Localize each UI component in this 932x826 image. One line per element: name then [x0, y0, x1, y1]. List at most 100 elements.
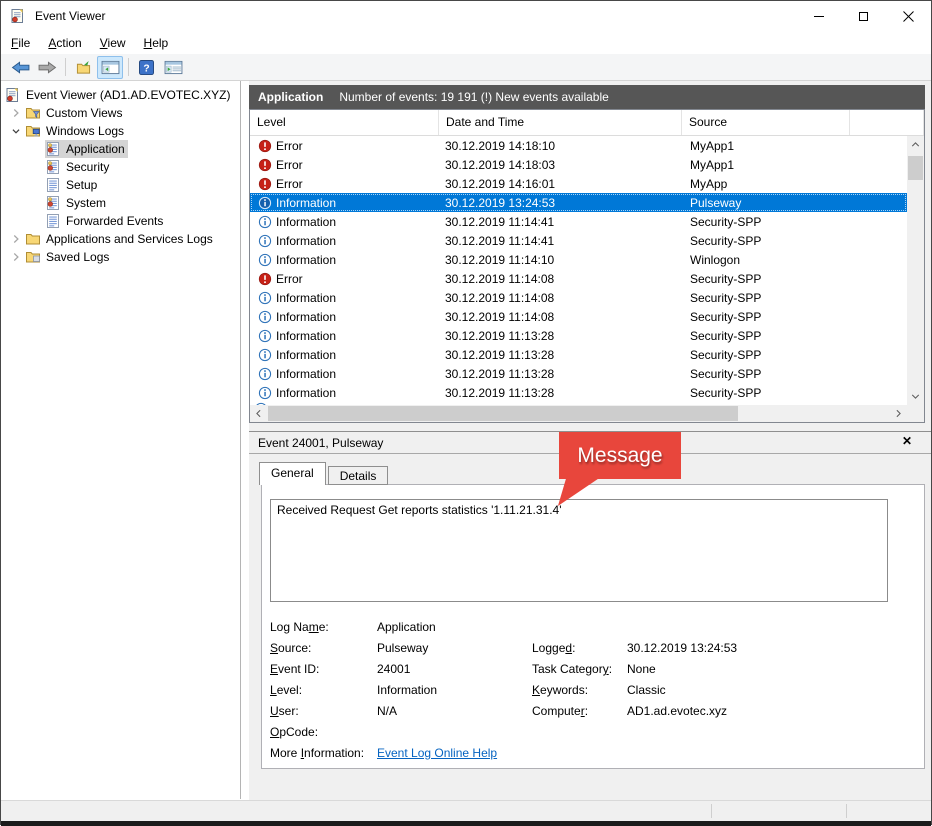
show-console-tree-button[interactable] — [97, 56, 123, 79]
chevron-right-icon[interactable] — [7, 105, 25, 121]
back-button[interactable] — [7, 56, 33, 79]
export-button[interactable] — [70, 56, 96, 79]
event-log-online-help-link[interactable]: Event Log Online Help — [377, 746, 497, 760]
event-level-cell: Information — [250, 310, 439, 324]
event-row[interactable]: Information30.12.2019 11:13:28Security-S… — [250, 364, 907, 383]
tree-item-label: Setup — [62, 178, 97, 192]
menu-item-file[interactable]: File — [11, 33, 39, 53]
event-row[interactable]: Error30.12.2019 14:16:01MyApp — [250, 174, 907, 193]
event-row[interactable]: Information30.12.2019 11:14:41Security-S… — [250, 212, 907, 231]
scroll-left-arrow-icon[interactable] — [250, 405, 267, 422]
event-row[interactable]: Information30.12.2019 11:14:08Security-S… — [250, 307, 907, 326]
event-row[interactable]: Information30.12.2019 11:13:28Security-S… — [250, 345, 907, 364]
event-row[interactable]: Information30.12.2019 11:13:28Security-S… — [250, 326, 907, 345]
event-id-value: 24001 — [377, 659, 532, 680]
folder-windows-icon — [25, 123, 42, 139]
event-row[interactable]: Information30.12.2019 13:24:53Pulseway — [250, 193, 907, 212]
event-level-cell: Error — [250, 177, 439, 191]
folder-saved-icon — [25, 249, 42, 265]
tab-general[interactable]: General — [259, 462, 326, 485]
event-level-text: Information — [276, 234, 336, 248]
minimize-icon — [814, 16, 824, 17]
error-icon — [258, 272, 272, 286]
event-level-cell: Error — [250, 158, 439, 172]
event-row[interactable]: Error30.12.2019 14:18:10MyApp1 — [250, 136, 907, 155]
tree-item-windows-logs[interactable]: Windows Logs — [1, 122, 240, 140]
tree-item-custom-views[interactable]: Custom Views — [1, 104, 240, 122]
back-icon — [10, 60, 31, 75]
level-value: Information — [377, 680, 532, 701]
log-red-icon — [45, 195, 62, 211]
forward-icon — [37, 60, 58, 75]
scroll-up-arrow-icon[interactable] — [907, 136, 924, 153]
column-header-source[interactable]: Source — [682, 110, 850, 135]
tab-details[interactable]: Details — [328, 466, 389, 485]
event-row[interactable]: Information30.12.2019 11:14:10Winlogon — [250, 250, 907, 269]
event-message-box[interactable]: Received Request Get reports statistics … — [270, 499, 888, 602]
log-red-icon — [45, 141, 62, 157]
menu-item-action[interactable]: Action — [48, 33, 90, 53]
event-source-cell: MyApp — [682, 177, 907, 191]
event-fields-grid: Log Name:ApplicationSource:PulsewayLogge… — [270, 617, 737, 764]
event-datetime-cell: 30.12.2019 11:14:10 — [439, 253, 682, 267]
horizontal-scroll-thumb[interactable] — [268, 406, 738, 421]
event-level-cell: Information — [250, 234, 439, 248]
tree-item-system[interactable]: System — [1, 194, 240, 212]
event-row[interactable]: Error30.12.2019 14:18:03MyApp1 — [250, 155, 907, 174]
show-action-pane-button[interactable] — [160, 56, 186, 79]
event-viewer-icon — [5, 87, 22, 103]
event-source-cell: Security-SPP — [682, 386, 907, 400]
event-source-cell: Security-SPP — [682, 291, 907, 305]
tree-item-label: Event Viewer (AD1.AD.EVOTEC.XYZ) — [22, 88, 231, 102]
event-datetime-cell: 30.12.2019 13:24:53 — [439, 196, 682, 210]
event-level-cell: Information — [250, 196, 439, 210]
event-level-text: Error — [276, 272, 303, 286]
scroll-down-arrow-icon[interactable] — [907, 388, 924, 405]
tree-item-label: Applications and Services Logs — [42, 232, 213, 246]
event-level-text: Error — [276, 139, 303, 153]
event-level-cell: Information — [250, 386, 439, 400]
menu-item-help[interactable]: Help — [144, 33, 178, 53]
chevron-down-icon[interactable] — [7, 123, 25, 139]
column-header-date-and-time[interactable]: Date and Time — [439, 110, 682, 135]
toolbar-separator — [65, 58, 66, 76]
tree-item-label: Saved Logs — [42, 250, 109, 264]
chevron-right-icon[interactable] — [7, 249, 25, 265]
maximize-button[interactable] — [841, 1, 886, 31]
tree-item-security[interactable]: Security — [1, 158, 240, 176]
close-button[interactable] — [886, 1, 931, 31]
menu-item-view[interactable]: View — [100, 33, 135, 53]
tree-item-application[interactable]: Application — [1, 140, 240, 158]
event-level-text: Information — [276, 291, 336, 305]
minimize-button[interactable] — [796, 1, 841, 31]
tree-item-forwarded-events[interactable]: Forwarded Events — [1, 212, 240, 230]
event-row[interactable]: Error30.12.2019 11:14:08Security-SPP — [250, 269, 907, 288]
event-row[interactable]: Information30.12.2019 11:14:08Security-S… — [250, 288, 907, 307]
forward-button[interactable] — [34, 56, 60, 79]
opcode-label: OpCode: — [270, 722, 377, 743]
tree-item-label: Forwarded Events — [62, 214, 163, 228]
tree-item-setup[interactable]: Setup — [1, 176, 240, 194]
event-level-text: Information — [276, 310, 336, 324]
preview-close-icon[interactable]: ✕ — [902, 434, 912, 448]
event-level-cell: Information — [250, 348, 439, 362]
scroll-right-arrow-icon[interactable] — [890, 405, 907, 422]
event-datetime-cell: 30.12.2019 11:13:28 — [439, 329, 682, 343]
info-icon — [258, 386, 272, 400]
horizontal-scrollbar[interactable] — [250, 405, 907, 422]
event-datetime-cell: 30.12.2019 14:16:01 — [439, 177, 682, 191]
help-button[interactable]: ? — [133, 56, 159, 79]
column-header-level[interactable]: Level — [250, 110, 439, 135]
vertical-scrollbar[interactable] — [907, 136, 924, 405]
event-row[interactable]: Information30.12.2019 11:14:41Security-S… — [250, 231, 907, 250]
event-source-cell: Security-SPP — [682, 310, 907, 324]
tree-item-event-viewer-ad1-ad-evotec-xyz[interactable]: Event Viewer (AD1.AD.EVOTEC.XYZ) — [1, 86, 240, 104]
vertical-scroll-thumb[interactable] — [908, 156, 923, 180]
event-level-text: Information — [276, 367, 336, 381]
event-row[interactable]: Information30.12.2019 11:13:28Security-S… — [250, 383, 907, 402]
tree-item-saved-logs[interactable]: Saved Logs — [1, 248, 240, 266]
event-level-cell: Information — [250, 291, 439, 305]
tree-item-applications-and-services-logs[interactable]: Applications and Services Logs — [1, 230, 240, 248]
chevron-right-icon[interactable] — [7, 231, 25, 247]
event-level-cell: Information — [250, 329, 439, 343]
